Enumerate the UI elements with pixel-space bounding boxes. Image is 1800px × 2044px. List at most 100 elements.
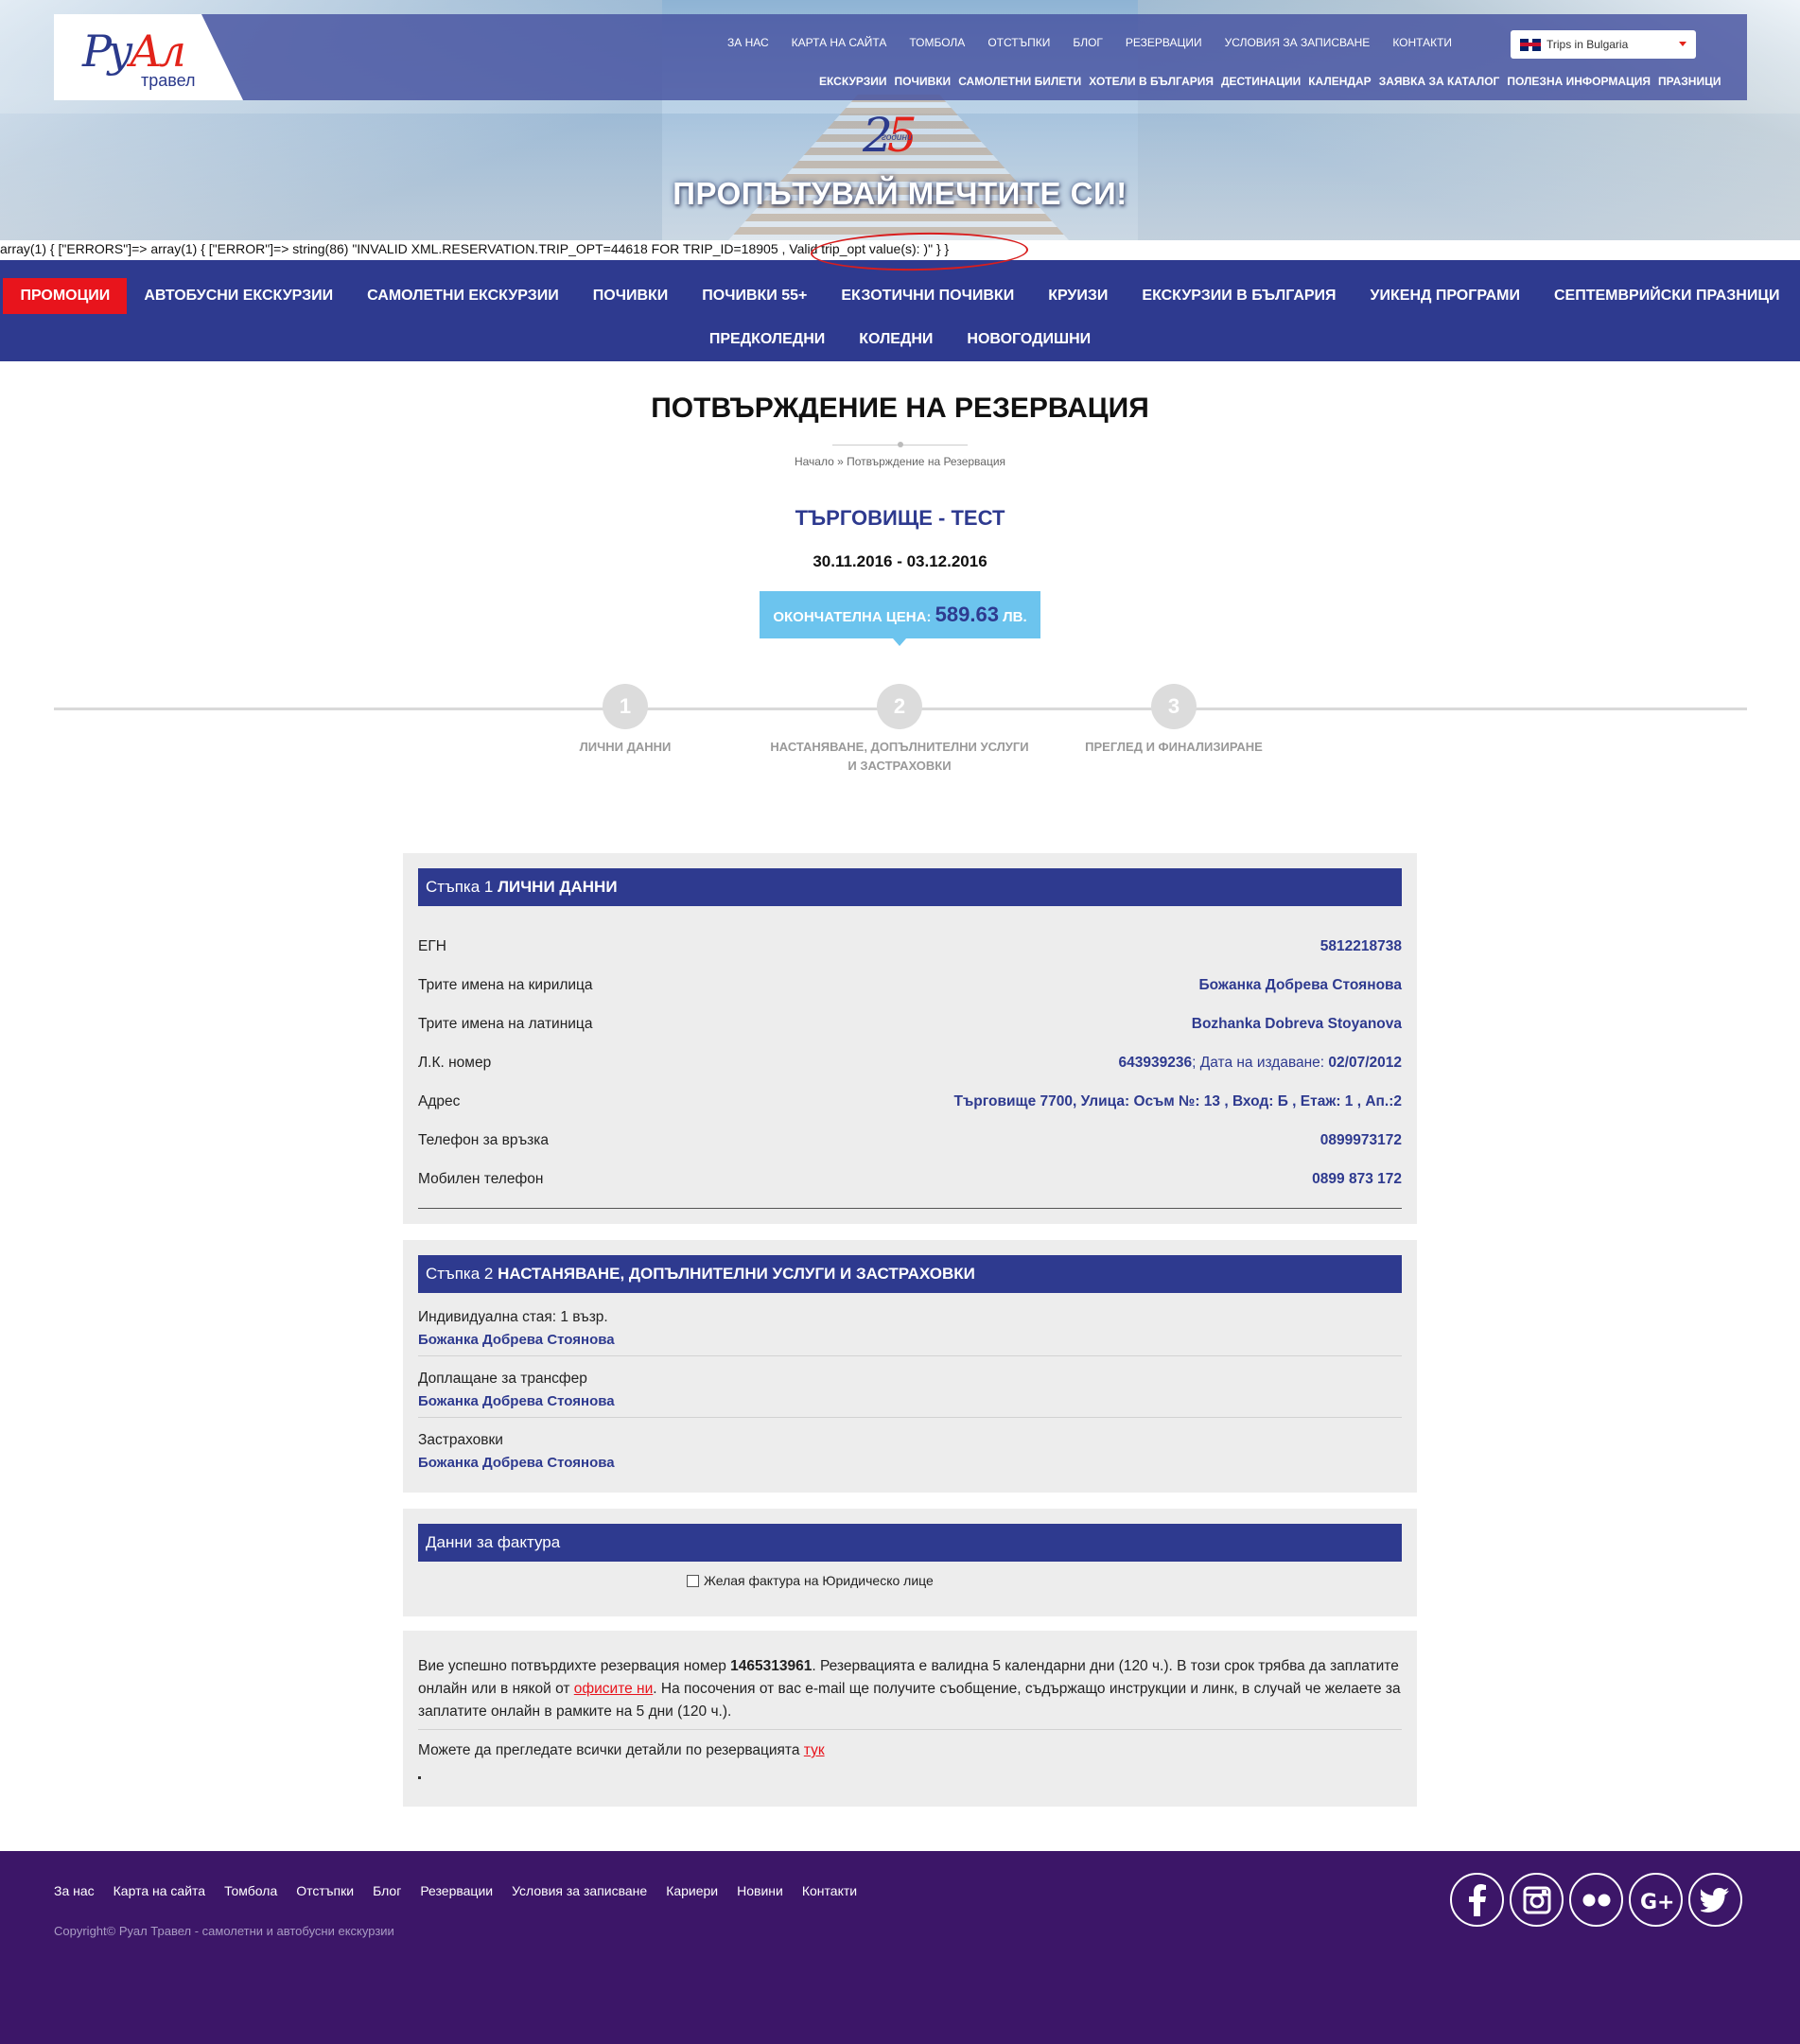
step-prefix: Стъпка 1 xyxy=(426,878,494,896)
breadcrumb: Начало » Потвърждение на Резервация xyxy=(794,455,1006,468)
footer: За нас Карта на сайта Томбола Отстъпки Б… xyxy=(0,1851,1800,2044)
logo[interactable]: РуАл травел xyxy=(54,14,243,100)
field-row-address: Адрес Търговище 7700, Улица: Осъм №: 13 … xyxy=(418,1093,1402,1112)
logo-mark: РуАл xyxy=(82,26,186,77)
top-nav-discounts[interactable]: ОТСТЪПКИ xyxy=(976,36,1061,49)
services-card: Стъпка 2 НАСТАНЯВАНЕ, ДОПЪЛНИТЕЛНИ УСЛУГ… xyxy=(403,1240,1417,1493)
main-nav-september[interactable]: СЕПТЕМВРИЙСКИ ПРАЗНИЦИ xyxy=(1537,278,1797,314)
service-title: Доплащане за трансфер xyxy=(418,1371,587,1387)
service-traveler: Божанка Добрева Стоянова xyxy=(418,1332,615,1348)
reservation-number: 1465313961 xyxy=(730,1658,813,1674)
confirmation-divider xyxy=(418,1729,1402,1730)
sub-nav-hotels[interactable]: ХОТЕЛИ В БЪЛГАРИЯ xyxy=(1085,75,1217,88)
service-title: Индивидуална стая: 1 възр. xyxy=(418,1309,608,1325)
footer-link-discounts[interactable]: Отстъпки xyxy=(296,1883,354,1898)
footer-link-terms[interactable]: Условия за записване xyxy=(512,1883,647,1898)
main-nav-bulgaria[interactable]: ЕКСКУРЗИИ В БЪЛГАРИЯ xyxy=(1125,278,1353,314)
footer-link-reservations[interactable]: Резервации xyxy=(420,1883,493,1898)
field-label: Адрес xyxy=(418,1093,461,1109)
footer-link-lottery[interactable]: Томбола xyxy=(224,1883,277,1898)
checkbox[interactable] xyxy=(687,1574,699,1587)
footer-link-careers[interactable]: Кариери xyxy=(666,1883,718,1898)
footer-link-contacts[interactable]: Контакти xyxy=(802,1883,857,1898)
sub-nav-flights[interactable]: САМОЛЕТНИ БИЛЕТИ xyxy=(954,75,1085,88)
main-nav-cruises[interactable]: КРУИЗИ xyxy=(1031,278,1125,314)
step-3-label: ПРЕГЛЕД И ФИНАЛИЗИРАНЕ xyxy=(1085,740,1263,754)
chevron-down-icon xyxy=(1679,42,1686,46)
top-nav-sitemap[interactable]: КАРТА НА САЙТА xyxy=(780,36,899,49)
sub-nav-catalog[interactable]: ЗАЯВКА ЗА КАТАЛОГ xyxy=(1375,75,1504,88)
details-message: Можете да прегледате всички детайли по р… xyxy=(418,1742,825,1759)
step-title: НАСТАНЯВАНЕ, ДОПЪЛНИТЕЛНИ УСЛУГИ И ЗАСТР… xyxy=(498,1265,975,1283)
page-title: ПОТВЪРЖДЕНИЕ НА РЕЗЕРВАЦИЯ xyxy=(651,393,1149,424)
anniversary-text: години xyxy=(882,132,913,143)
sub-nav-holidays-dates[interactable]: ПРАЗНИЦИ xyxy=(1654,75,1724,88)
id-card-number: 643939236 xyxy=(1118,1055,1193,1071)
language-select[interactable]: Trips in Bulgaria xyxy=(1511,30,1696,59)
trip-title: ТЪРГОВИЩЕ - ТЕСТ xyxy=(795,506,1005,530)
top-nav-lottery[interactable]: ТОМБОЛА xyxy=(898,36,976,49)
invoice-header: Данни за фактура xyxy=(418,1524,1402,1562)
issue-date-value: 02/07/2012 xyxy=(1328,1055,1402,1071)
footer-link-about[interactable]: За нас xyxy=(54,1883,95,1898)
sub-nav-destinations[interactable]: ДЕСТИНАЦИИ xyxy=(1217,75,1304,88)
final-price-label: ОКОНЧАТЕЛНА ЦЕНА: xyxy=(773,609,932,625)
details-link[interactable]: тук xyxy=(804,1742,825,1758)
field-value: Търговище 7700, Улица: Осъм №: 13 , Вход… xyxy=(953,1093,1402,1109)
field-label: Трите имена на кирилица xyxy=(418,977,593,993)
flickr-icon[interactable] xyxy=(1569,1873,1623,1927)
top-nav-contacts[interactable]: КОНТАКТИ xyxy=(1381,36,1463,49)
main-nav-holidays[interactable]: ПОЧИВКИ xyxy=(576,278,686,314)
sub-nav-info[interactable]: ПОЛЕЗНА ИНФОРМАЦИЯ xyxy=(1503,75,1654,88)
service-traveler: Божанка Добрева Стоянова xyxy=(418,1455,615,1471)
main-nav-bus-tours[interactable]: АВТОБУСНИ ЕКСКУРЗИИ xyxy=(127,278,350,314)
personal-data-header: Стъпка 1 ЛИЧНИ ДАННИ xyxy=(418,868,1402,906)
top-nav: ЗА НАС КАРТА НА САЙТА ТОМБОЛА ОТСТЪПКИ Б… xyxy=(716,36,1463,49)
main-nav-exotic[interactable]: ЕКЗОТИЧНИ ПОЧИВКИ xyxy=(824,278,1031,314)
main-nav-row-1: ПРОМОЦИИ АВТОБУСНИ ЕКСКУРЗИИ САМОЛЕТНИ Е… xyxy=(0,278,1800,314)
step-2-label: НАСТАНЯВАНЕ, ДОПЪЛНИТЕЛНИ УСЛУГИ И ЗАСТР… xyxy=(770,740,1029,773)
main-nav-row-2: ПРЕДКОЛЕДНИ КОЛЕДНИ НОВОГОДИШНИ xyxy=(0,322,1800,358)
step-prefix: Стъпка 2 xyxy=(426,1265,494,1283)
top-nav-about[interactable]: ЗА НАС xyxy=(716,36,780,49)
field-row-name-cyrillic: Трите имена на кирилица Божанка Добрева … xyxy=(418,977,1402,996)
step-1-circle: 1 xyxy=(603,684,648,729)
final-price-unit: ЛВ. xyxy=(1003,609,1027,625)
trip-dates: 30.11.2016 - 03.12.2016 xyxy=(813,552,987,570)
services-header: Стъпка 2 НАСТАНЯВАНЕ, ДОПЪЛНИТЕЛНИ УСЛУГ… xyxy=(418,1255,1402,1293)
top-nav-terms[interactable]: УСЛОВИЯ ЗА ЗАПИСВАНЕ xyxy=(1214,36,1382,49)
field-label: Трите имена на латиница xyxy=(418,1016,593,1032)
checkbox-label: Желая фактура на Юридическо лице xyxy=(704,1573,934,1588)
google-plus-icon[interactable]: G+ xyxy=(1629,1873,1683,1927)
field-value: Божанка Добрева Стоянова xyxy=(1198,977,1402,993)
step-1-label: ЛИЧНИ ДАННИ xyxy=(579,740,672,754)
details-text: Можете да прегледате всички детайли по р… xyxy=(418,1742,804,1758)
top-nav-reservations[interactable]: РЕЗЕРВАЦИИ xyxy=(1114,36,1214,49)
main-nav-pre-christmas[interactable]: ПРЕДКОЛЕДНИ xyxy=(692,322,842,358)
footer-link-blog[interactable]: Блог xyxy=(373,1883,401,1898)
twitter-icon[interactable] xyxy=(1688,1873,1742,1927)
footer-link-news[interactable]: Новини xyxy=(737,1883,783,1898)
sub-nav-holidays[interactable]: ПОЧИВКИ xyxy=(891,75,955,88)
sub-nav-calendar[interactable]: КАЛЕНДАР xyxy=(1304,75,1374,88)
facebook-icon[interactable] xyxy=(1450,1873,1504,1927)
main-nav-flight-tours[interactable]: САМОЛЕТНИ ЕКСКУРЗИИ xyxy=(350,278,576,314)
main-nav-promotions[interactable]: ПРОМОЦИИ xyxy=(3,278,128,314)
offices-link[interactable]: офисите ни xyxy=(574,1681,654,1697)
footer-link-sitemap[interactable]: Карта на сайта xyxy=(114,1883,205,1898)
personal-data-card: Стъпка 1 ЛИЧНИ ДАННИ ЕГН 5812218738 Трит… xyxy=(403,853,1417,1224)
main-nav-new-year[interactable]: НОВОГОДИШНИ xyxy=(950,322,1108,358)
main-nav-christmas[interactable]: КОЛЕДНИ xyxy=(842,322,950,358)
price-pointer xyxy=(893,638,906,646)
field-row-phone: Телефон за връзка 0899973172 xyxy=(418,1132,1402,1151)
service-divider xyxy=(418,1355,1402,1356)
invoice-card: Данни за фактура Желая фактура на Юридич… xyxy=(403,1509,1417,1616)
main-nav-holidays-55[interactable]: ПОЧИВКИ 55+ xyxy=(685,278,824,314)
field-label: ЕГН xyxy=(418,938,446,954)
top-nav-blog[interactable]: БЛОГ xyxy=(1061,36,1114,49)
sub-nav-excursions[interactable]: ЕКСКУРЗИИ xyxy=(815,75,891,88)
company-invoice-checkbox[interactable]: Желая фактура на Юридическо лице xyxy=(687,1573,934,1588)
main-nav-weekend[interactable]: УИКЕНД ПРОГРАМИ xyxy=(1354,278,1537,314)
field-value: Bozhanka Dobreva Stoyanova xyxy=(1191,1016,1402,1032)
instagram-icon[interactable] xyxy=(1510,1873,1564,1927)
